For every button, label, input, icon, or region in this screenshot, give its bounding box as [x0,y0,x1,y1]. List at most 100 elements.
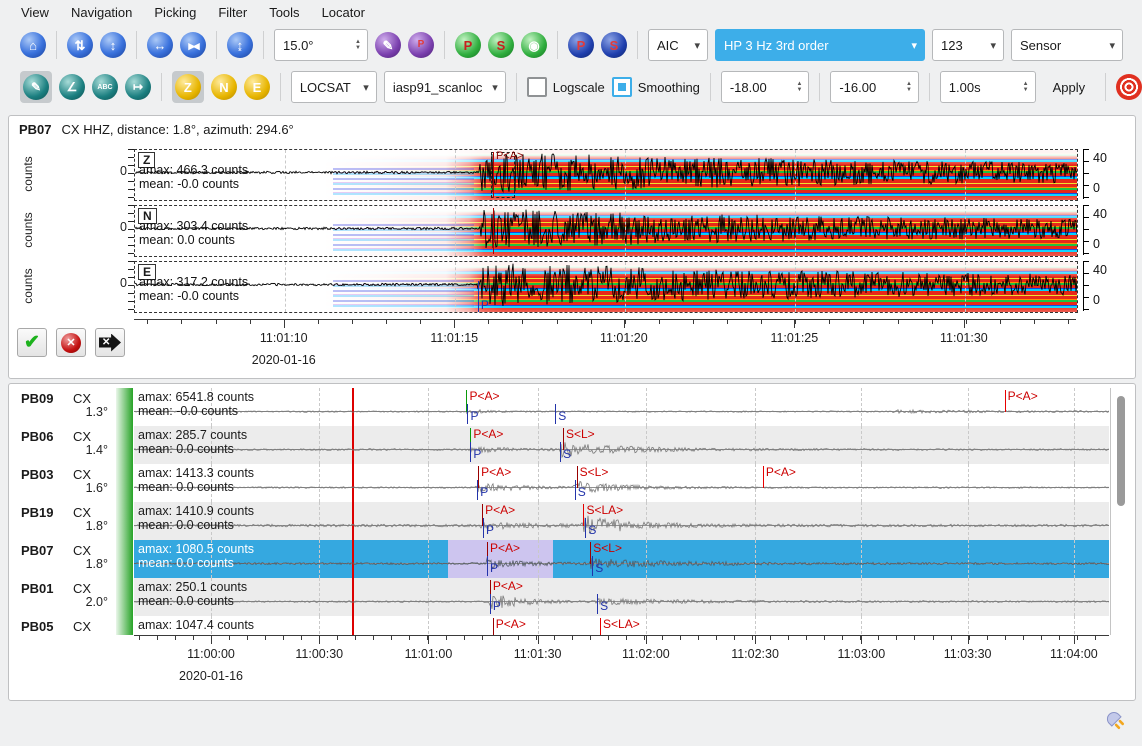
z-icon: Z [184,81,192,94]
menu-locator[interactable]: Locator [311,2,376,23]
time-fit-button[interactable]: ▸◂ [180,32,206,58]
trace-row[interactable]: PB06CX1.4°amax: 285.7 countsmean: 0.0 co… [13,426,1113,464]
angle-tool-button[interactable]: ∠ [59,74,85,100]
window-end-spinbox[interactable]: -16.00 ▲▼ [830,71,919,103]
trace-row[interactable]: PB03CX1.6°amax: 1413.3 countsmean: 0.0 c… [13,464,1113,502]
pick-marker-darkred[interactable] [590,542,591,564]
home-button[interactable]: ⌂ [20,32,46,58]
trace-row[interactable]: PB05CXamax: 1047.4 countsP<A>S<LA> [13,616,1113,635]
checkbox-unchecked-icon[interactable] [527,77,547,97]
spin-arrows-icon[interactable]: ▲▼ [900,81,918,93]
trace-row[interactable]: PB09CX1.3°amax: 6541.8 countsmean: -0.0 … [13,388,1113,426]
pick-marker-red[interactable] [763,466,764,488]
waveform-measure-button[interactable]: ✎ [23,74,49,100]
trace-zone[interactable]: amax: 1047.4 countsP<A>S<LA> [134,616,1109,635]
zoom-spinbox[interactable]: 15.0° ▲▼ [274,29,368,61]
pick-marker-red[interactable] [583,504,584,526]
blue-s-icon: S [610,39,619,52]
pick-marker-darkred[interactable] [493,618,494,635]
pick-marker-blue[interactable] [467,404,468,424]
pick-line-p-auto[interactable] [493,152,494,199]
component-e-button[interactable]: E [244,74,270,100]
pick-marker-blue[interactable] [490,594,491,614]
component-n-button[interactable]: N [211,74,237,100]
trace-zone[interactable]: amax: 6541.8 countsmean: -0.0 countsP<A>… [134,388,1109,426]
trace-zone[interactable]: amax: 1413.3 countsmean: 0.0 countsP<A>S… [134,464,1109,502]
menu-tools[interactable]: Tools [258,2,310,23]
logscale-checkbox[interactable]: Logscale [527,77,605,97]
separator [56,31,57,59]
amplitude-fit-button[interactable]: ↕ [100,32,126,58]
spin-arrows-icon[interactable]: ▲▼ [1017,81,1035,93]
apply-button[interactable]: Apply [1043,75,1096,100]
accept-picks-button[interactable]: ✔ [17,328,47,357]
pick-marker-blue[interactable] [555,404,556,424]
smoothing-checkbox[interactable]: Smoothing [612,77,700,97]
pick-marker-red[interactable] [600,618,601,635]
reject-picks-button[interactable]: ✕ [56,328,86,357]
pick-marker-red[interactable] [1005,390,1006,412]
network-code: CX [73,619,91,634]
trace-zone[interactable]: amax: 250.1 countsmean: 0.0 countsP<A>PS [134,578,1109,616]
trace-zone[interactable]: amax: 1410.9 countsmean: 0.0 countsP<A>S… [134,502,1109,540]
pick-marker-darkred[interactable] [478,466,479,488]
pick-marker-blue[interactable] [483,518,484,538]
pick-line-p-auto[interactable] [493,208,494,255]
pick-line-p-manual[interactable] [478,281,479,312]
trace-panel-e[interactable]: P E amax: 317.2 counts mean: -0.0 counts [134,261,1078,313]
spin-arrows-icon[interactable]: ▲▼ [790,81,808,93]
minor-tick [693,320,694,324]
pick-marker-blue[interactable] [560,442,561,462]
pick-p-button[interactable]: P [568,32,594,58]
trace-row[interactable]: PB19CX1.8°amax: 1410.9 countsmean: 0.0 c… [13,502,1113,540]
discard-send-button[interactable]: ✕ [95,328,125,357]
pick-marker-blue[interactable] [477,480,478,500]
menu-picking[interactable]: Picking [143,2,207,23]
window-end-value: -16.00 [831,80,900,95]
limits-tool-button[interactable]: ↦ [125,74,151,100]
step-spinbox[interactable]: 1.00s ▲▼ [940,71,1036,103]
trace-zone[interactable]: amax: 285.7 countsmean: 0.0 countsP<A>S<… [134,426,1109,464]
waveform [134,578,1109,616]
spin-arrows-icon[interactable]: ▲▼ [349,39,367,51]
components-select[interactable]: 123 ▾ [932,29,1004,61]
window-start-spinbox[interactable]: -18.00 ▲▼ [721,71,810,103]
checkbox-checked-icon[interactable] [612,77,632,97]
polarity-tool-button[interactable]: P [408,32,434,58]
locator-select[interactable]: LOCSAT ▾ [291,71,377,103]
pick-s-button[interactable]: S [601,32,627,58]
default-view-button[interactable]: ↨ [227,32,253,58]
vertical-scrollbar[interactable] [1117,396,1125,506]
trace-zone[interactable]: amax: 1080.5 countsmean: 0.0 countsP<A>S… [134,540,1109,578]
theoretical-s-button[interactable]: S [488,32,514,58]
pick-marker-blue[interactable] [592,556,593,576]
pick-marker-blue[interactable] [487,556,488,576]
unit-select[interactable]: Sensor ▾ [1011,29,1123,61]
predicted-arrivals-button[interactable]: ◉ [521,32,547,58]
picker-algorithm-select[interactable]: AIC ▾ [648,29,708,61]
component-z-button[interactable]: Z [175,74,201,100]
trace-row[interactable]: PB01CX2.0°amax: 250.1 countsmean: 0.0 co… [13,578,1113,616]
relocate-target-button[interactable] [1116,74,1142,100]
theoretical-p-button[interactable]: P [455,32,481,58]
trace-panel-z[interactable]: P<A> Z amax: 466.3 counts mean: -0.0 cou… [134,149,1078,201]
amplitude-zoom-button[interactable]: ⇅ [67,32,93,58]
minor-tick [157,636,158,640]
pick-marker-blue[interactable] [575,480,576,500]
labels-tool-button[interactable]: ABC [92,74,118,100]
menu-view[interactable]: View [10,2,60,23]
minor-tick [482,636,483,640]
trace-row[interactable]: PB07CX1.8°amax: 1080.5 countsmean: 0.0 c… [13,540,1113,578]
measure-tool-button[interactable]: ✎ [375,32,401,58]
time-zoom-button[interactable]: ↔ [147,32,173,58]
separator [263,31,264,59]
menu-filter[interactable]: Filter [207,2,258,23]
profile-select[interactable]: iasp91_scanloc ▾ [384,71,506,103]
pick-marker-blue[interactable] [470,442,471,462]
menu-navigation[interactable]: Navigation [60,2,143,23]
filter-select[interactable]: HP 3 Hz 3rd order ▾ [715,29,925,61]
trace-panel-n[interactable]: N amax: 303.4 counts mean: 0.0 counts [134,205,1078,257]
pick-marker-blue[interactable] [597,594,598,614]
pick-label: S<L> [566,427,595,441]
pick-marker-blue[interactable] [585,518,586,538]
